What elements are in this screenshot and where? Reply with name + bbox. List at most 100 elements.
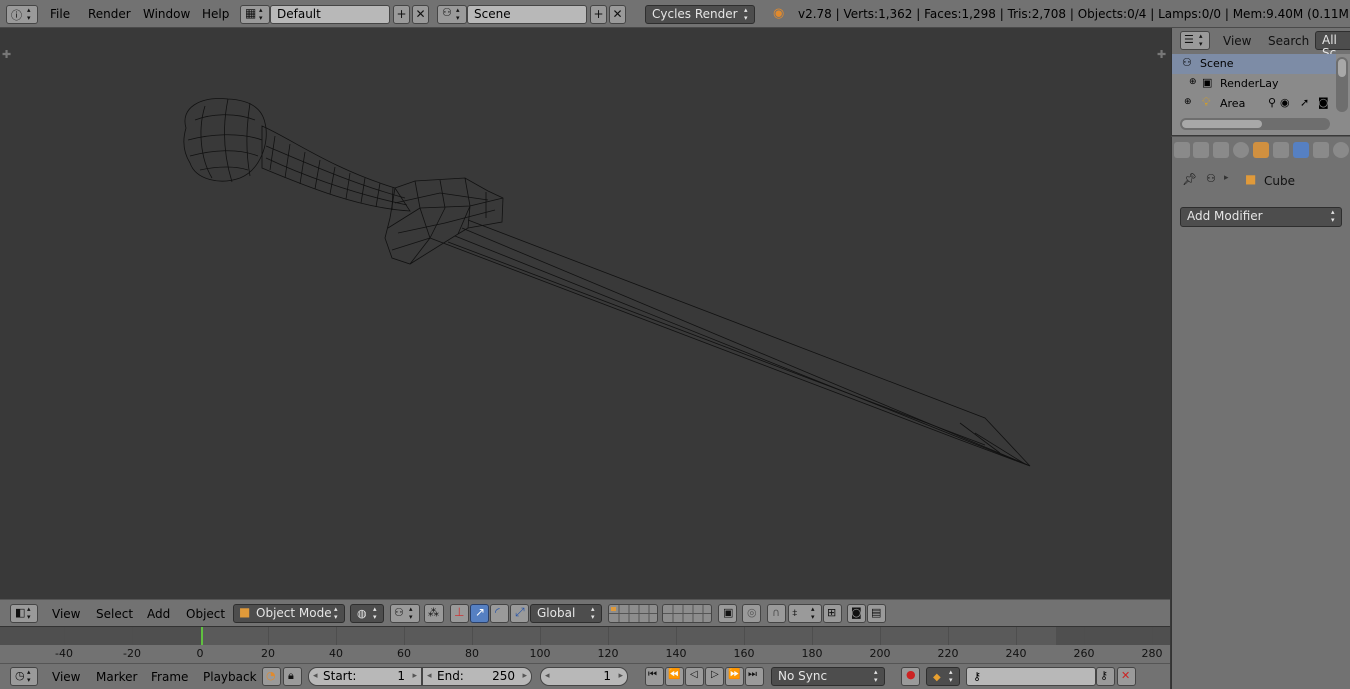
remove-layout-button[interactable]: ✕ xyxy=(412,5,429,24)
jump-to-end-button[interactable]: ⏭ xyxy=(745,667,764,686)
outliner-item-area-lamp[interactable]: ⊕ 💡︎ Area ⚲ ◉ ➚ ◙ xyxy=(1172,94,1336,114)
render-engine-dropdown[interactable]: Cycles Render xyxy=(645,5,755,24)
current-frame-field[interactable]: ◂ 1 ▸ xyxy=(540,667,628,686)
jump-to-start-button[interactable]: ⏮ xyxy=(645,667,664,686)
skip-start-icon: ⏮ xyxy=(648,669,657,680)
outliner-menu-view[interactable]: View xyxy=(1223,34,1251,48)
editor-type-timeline-button[interactable]: ◷ xyxy=(10,667,38,686)
expand-plus-icon[interactable]: ⊕ xyxy=(1184,97,1192,107)
outliner-menu-search[interactable]: Search xyxy=(1268,34,1309,48)
screen-layout-button[interactable]: ▦ xyxy=(240,5,270,24)
cursor-select-icon[interactable]: ➚ xyxy=(1300,96,1309,109)
pin-icon[interactable]: 📌︎ xyxy=(1182,172,1197,186)
menu-render[interactable]: Render xyxy=(88,7,131,21)
editor-type-info-button[interactable]: ⓘ xyxy=(6,5,38,24)
play-icon: ▷ xyxy=(711,669,719,680)
rotate-manipulator-button[interactable]: ◜ xyxy=(490,604,509,623)
opengl-animation-button[interactable]: ▤ xyxy=(867,604,886,623)
scene-selector-button[interactable]: ⚇ xyxy=(437,5,467,24)
editor-type-outliner-button[interactable]: ☰ xyxy=(1180,31,1210,50)
timeline-menu-marker[interactable]: Marker xyxy=(96,670,137,684)
viewport-menu-object[interactable]: Object xyxy=(186,607,225,621)
timeline-menu-playback[interactable]: Playback xyxy=(203,670,257,684)
object-tab-icon[interactable] xyxy=(1253,142,1269,158)
timeline-tick-label: 0 xyxy=(196,647,204,660)
lock-camera-layers-button[interactable]: ▣ xyxy=(718,604,737,623)
end-frame-field[interactable]: ◂ End: 250 ▸ xyxy=(422,667,532,686)
object-mode-label: Object Mode xyxy=(256,606,332,620)
timeline-area[interactable]: -40 -20 0 20 40 60 80 100 120 140 160 180 200 220 240 2… xyxy=(0,626,1170,664)
timeline-grid-line xyxy=(200,627,201,645)
outliner[interactable]: ⚇ Scene ⊕ ▣ RenderLay ⊕ 💡︎ Area ⚲ ◉ ➚ ◙ xyxy=(1171,54,1350,135)
lock-frame-range-button[interactable]: 🔒︎ xyxy=(283,667,302,686)
viewport-shading-dropdown[interactable]: ◍ xyxy=(350,604,384,623)
data-tab-mesh-icon[interactable] xyxy=(1313,142,1329,158)
render-tab-camera-icon[interactable] xyxy=(1174,142,1190,158)
3d-viewport[interactable]: ✚ ✚ xyxy=(0,28,1170,599)
play-button[interactable]: ▷ xyxy=(705,667,724,686)
render-layers-tab-icon[interactable] xyxy=(1193,142,1209,158)
manipulate-center-button[interactable]: ⁂ xyxy=(424,604,444,623)
modifiers-tab-wrench-icon[interactable] xyxy=(1293,142,1309,158)
manipulator-toggle[interactable]: ⊥ xyxy=(450,604,469,623)
pivot-point-dropdown[interactable]: ⚇ xyxy=(390,604,420,623)
constraints-tab-chain-icon[interactable] xyxy=(1273,142,1289,158)
menu-help[interactable]: Help xyxy=(202,7,229,21)
scale-manipulator-button[interactable]: ⤢ xyxy=(510,604,529,623)
jump-prev-keyframe-button[interactable]: ⏪ xyxy=(665,667,684,686)
material-tab-icon[interactable] xyxy=(1333,142,1349,158)
snap-element-dropdown[interactable]: ⧧ xyxy=(788,604,822,623)
proportional-edit-button[interactable]: ◎ xyxy=(742,604,761,623)
add-scene-button[interactable]: + xyxy=(590,5,607,24)
viewport-menu-select[interactable]: Select xyxy=(96,607,133,621)
snap-toggle[interactable]: ∩ xyxy=(767,604,786,623)
play-reverse-button[interactable]: ◁ xyxy=(685,667,704,686)
world-tab-icon[interactable] xyxy=(1233,142,1249,158)
translate-manipulator-button[interactable]: ↗ xyxy=(470,604,489,623)
preview-range-button[interactable]: ◔ xyxy=(262,667,281,686)
delete-keyframe-button[interactable]: ✕ xyxy=(1117,667,1136,686)
snap-target-button[interactable]: ⊞ xyxy=(823,604,842,623)
transform-orientation-dropdown[interactable]: Global xyxy=(530,604,602,623)
camera-render-icon[interactable]: ◙ xyxy=(1318,96,1329,109)
screen-layout-name[interactable]: Default xyxy=(270,5,390,24)
scrollbar-thumb[interactable] xyxy=(1182,120,1262,128)
keying-set-field[interactable]: ⚷ xyxy=(966,667,1096,686)
timeline-menu-frame[interactable]: Frame xyxy=(151,670,188,684)
timeline-tick-label: 220 xyxy=(937,647,959,660)
eye-icon[interactable]: ◉ xyxy=(1280,96,1290,109)
skip-end-icon: ⏭ xyxy=(748,669,757,680)
layers-grid-1[interactable] xyxy=(608,604,658,623)
editor-type-3d-button[interactable]: ◧ xyxy=(10,604,38,623)
start-frame-field[interactable]: ◂ Start: 1 ▸ xyxy=(308,667,422,686)
timeline-menu-view[interactable]: View xyxy=(52,670,80,684)
object-mode-dropdown[interactable]: ■ Object Mode xyxy=(233,604,345,623)
outliner-display-mode-dropdown[interactable]: All Sc xyxy=(1315,31,1350,60)
opengl-render-button[interactable]: ◙ xyxy=(847,604,866,623)
scale-icon: ⤢ xyxy=(515,605,525,619)
outliner-item-scene[interactable]: ⚇ Scene xyxy=(1172,54,1336,74)
outliner-item-renderlayer[interactable]: ⊕ ▣ RenderLay xyxy=(1172,74,1336,94)
outliner-vertical-scrollbar[interactable] xyxy=(1336,57,1348,112)
menu-window[interactable]: Window xyxy=(143,7,190,21)
timeline-track[interactable] xyxy=(0,627,1170,645)
add-modifier-dropdown[interactable]: Add Modifier xyxy=(1180,207,1342,227)
viewport-menu-add[interactable]: Add xyxy=(147,607,170,621)
auto-keying-button[interactable]: ● xyxy=(901,667,920,686)
jump-next-keyframe-button[interactable]: ⏩ xyxy=(725,667,744,686)
menu-file[interactable]: File xyxy=(50,7,70,21)
add-layout-button[interactable]: + xyxy=(393,5,410,24)
info-header: ⓘ File Render Window Help ▦ Default + ✕ … xyxy=(0,0,1350,28)
timeline-ruler[interactable]: -40 -20 0 20 40 60 80 100 120 140 160 180 200 220 240 2… xyxy=(0,645,1170,664)
scene-tab-icon[interactable] xyxy=(1213,142,1229,158)
expand-plus-icon[interactable]: ⊕ xyxy=(1189,77,1197,87)
scene-name[interactable]: Scene xyxy=(467,5,587,24)
layers-grid-2[interactable] xyxy=(662,604,712,623)
viewport-menu-view[interactable]: View xyxy=(52,607,80,621)
keying-mode-dropdown[interactable]: ◆ xyxy=(926,667,960,686)
remove-scene-button[interactable]: ✕ xyxy=(609,5,626,24)
outliner-horizontal-scrollbar[interactable] xyxy=(1180,118,1330,130)
insert-keyframe-button[interactable]: ⚷ xyxy=(1096,667,1115,686)
scrollbar-thumb[interactable] xyxy=(1338,59,1346,77)
sync-mode-dropdown[interactable]: No Sync xyxy=(771,667,885,686)
